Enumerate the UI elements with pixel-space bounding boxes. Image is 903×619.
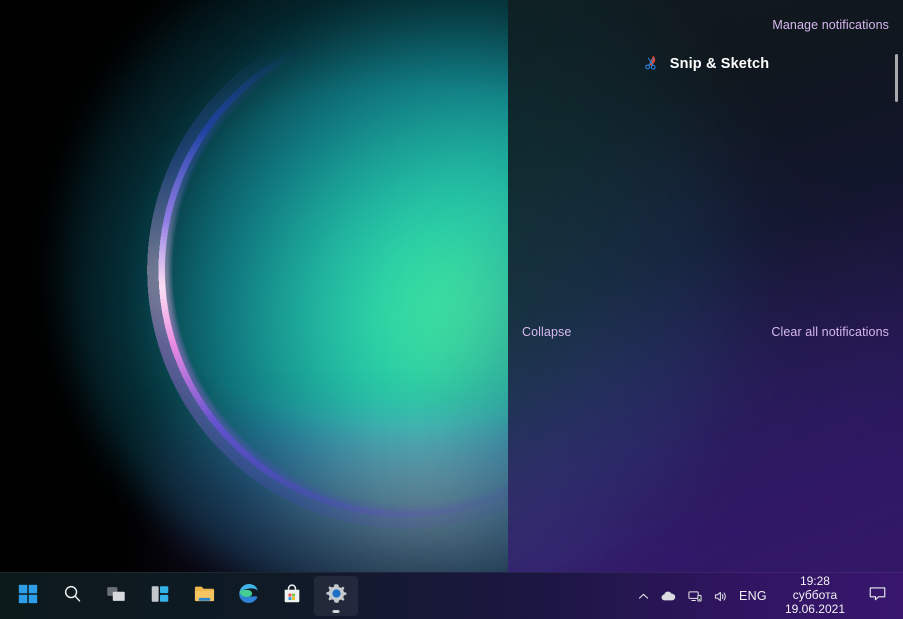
store-bag-icon xyxy=(281,583,303,610)
notification-app-header: Snip & Sketch xyxy=(508,54,903,73)
taskbar-system-tray: ENG 19:28 суббота 19.06.2021 xyxy=(629,573,903,619)
tray-icons-group[interactable]: ENG xyxy=(629,578,775,614)
windows-logo-icon xyxy=(17,583,39,610)
network-monitor-icon[interactable] xyxy=(687,589,703,604)
manage-notifications-link[interactable]: Manage notifications xyxy=(772,18,889,32)
clock-weekday: суббота xyxy=(792,588,838,603)
collapse-link[interactable]: Collapse xyxy=(522,325,571,339)
task-view-button[interactable] xyxy=(94,576,138,616)
edge-button[interactable] xyxy=(226,576,270,616)
search-icon xyxy=(62,583,83,609)
folder-icon xyxy=(193,582,216,610)
settings-gear-icon xyxy=(325,582,348,610)
widgets-button[interactable] xyxy=(138,576,182,616)
notification-chat-icon xyxy=(868,585,887,608)
clock-and-date[interactable]: 19:28 суббота 19.06.2021 xyxy=(775,574,855,618)
microsoft-store-button[interactable] xyxy=(270,576,314,616)
search-button[interactable] xyxy=(50,576,94,616)
notification-actions-row: Collapse Clear all notifications xyxy=(508,322,903,342)
manage-notifications-row: Manage notifications xyxy=(772,16,889,34)
chevron-up-icon[interactable] xyxy=(637,590,650,603)
clear-all-notifications-link[interactable]: Clear all notifications xyxy=(771,325,889,339)
widgets-icon xyxy=(149,583,171,610)
speaker-icon[interactable] xyxy=(713,589,729,604)
notification-center-button[interactable] xyxy=(855,576,899,616)
clock-time: 19:28 xyxy=(799,574,830,589)
start-button[interactable] xyxy=(6,576,50,616)
edge-browser-icon xyxy=(237,582,260,610)
scrollbar-thumb[interactable] xyxy=(895,54,898,102)
clock-date: 19.06.2021 xyxy=(784,601,845,616)
notification-app-name: Snip & Sketch xyxy=(669,55,770,72)
panel-tint-overlay xyxy=(508,0,903,572)
task-view-icon xyxy=(105,583,127,610)
input-language-indicator[interactable]: ENG xyxy=(739,589,767,603)
taskbar: ENG 19:28 суббота 19.06.2021 xyxy=(0,572,903,619)
file-explorer-button[interactable] xyxy=(182,576,226,616)
cloud-icon[interactable] xyxy=(660,589,677,603)
taskbar-app-buttons xyxy=(6,576,358,616)
panel-vertical-scrollbar[interactable] xyxy=(895,50,898,340)
running-indicator xyxy=(332,610,340,613)
settings-button[interactable] xyxy=(314,576,358,616)
notification-center-panel: Manage notifications Snip & Sketch Colla… xyxy=(508,0,903,572)
snip-and-sketch-icon xyxy=(642,54,661,73)
